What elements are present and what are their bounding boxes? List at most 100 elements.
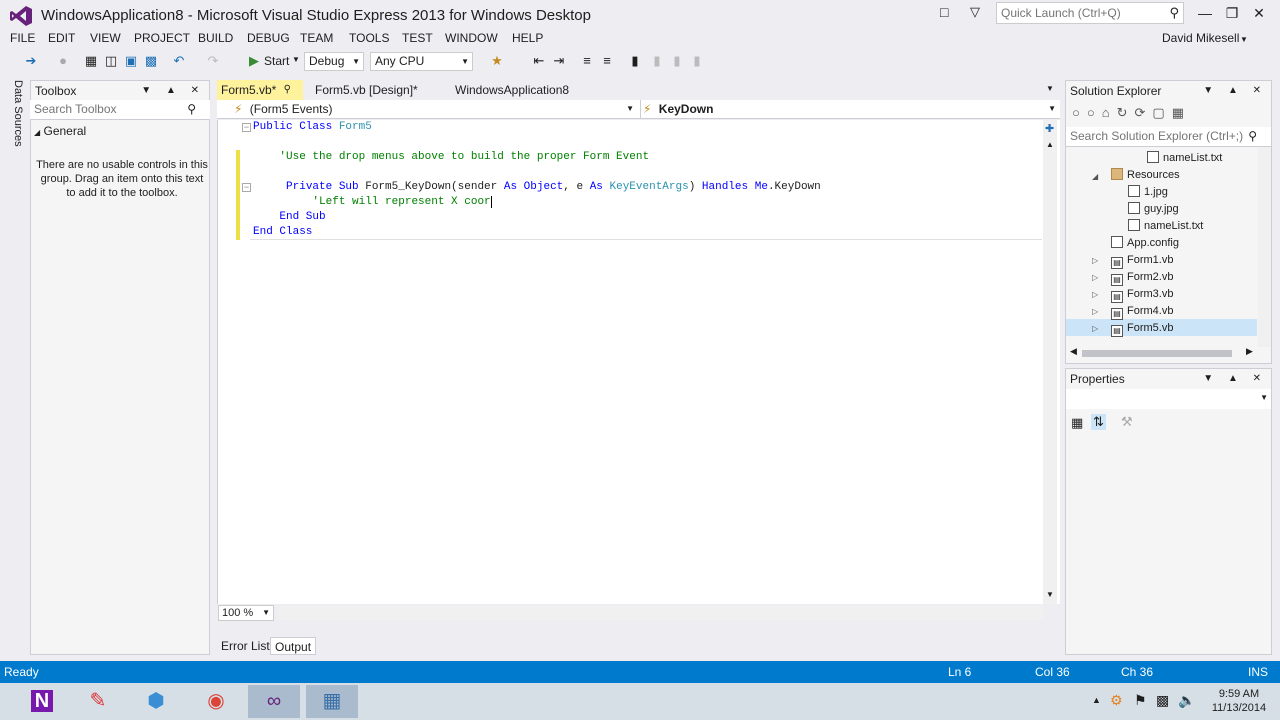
tree-item[interactable]: nameList.txt	[1147, 150, 1222, 167]
start-button[interactable]: Start	[264, 54, 289, 68]
refresh-icon[interactable]: ⟳	[1134, 105, 1152, 120]
back-icon[interactable]: ○	[1072, 105, 1087, 120]
clear-bookmarks-icon[interactable]: ▮	[688, 52, 706, 70]
quick-launch[interactable]: ⚲	[996, 2, 1184, 24]
action-center-icon[interactable]: ⚑	[1134, 692, 1147, 709]
cube-app-icon[interactable]: ⬢	[130, 685, 182, 718]
tree-item[interactable]: ▤ Form2.vb	[1111, 269, 1173, 286]
categorized-icon[interactable]: ▦	[1071, 415, 1083, 431]
volume-icon[interactable]: 🔈	[1178, 692, 1195, 709]
menu-build[interactable]: BUILD	[198, 31, 233, 45]
forward-icon[interactable]: ●	[54, 52, 72, 70]
save-icon[interactable]: ▣	[122, 52, 140, 70]
tray-app-icon[interactable]: ⚙	[1110, 692, 1123, 709]
platform-select[interactable]: Any CPU ▼	[370, 52, 473, 71]
expanded-icon[interactable]: ◢	[1092, 172, 1098, 181]
class-dropdown[interactable]: ⚡ (Form5 Events) ▼	[234, 100, 634, 119]
menu-file[interactable]: FILE	[10, 31, 35, 45]
new-project-icon[interactable]: ▦	[82, 52, 100, 70]
tree-item[interactable]: 1.jpg	[1128, 184, 1168, 201]
menu-debug[interactable]: DEBUG	[247, 31, 290, 45]
uncomment-icon[interactable]: ≡	[598, 52, 616, 70]
tab-form5-design[interactable]: Form5.vb [Design]*	[311, 80, 422, 100]
redo-icon[interactable]: ↷	[204, 52, 222, 70]
alphabetical-icon[interactable]: ⇅	[1091, 414, 1106, 430]
panel-controls-icon[interactable]: ▼ ▲ ✕	[141, 81, 205, 101]
collapse-icon[interactable]: −	[242, 183, 251, 192]
collapse-icon[interactable]: −	[242, 123, 251, 132]
zoom-select[interactable]: 100 % ▼	[218, 605, 274, 621]
menu-team[interactable]: TEAM	[300, 31, 333, 45]
split-icon[interactable]: ✚	[1045, 122, 1054, 135]
config-select[interactable]: Debug ▼	[304, 52, 364, 71]
code-text[interactable]: Public Class Form5 'Use the drop menus a…	[253, 120, 821, 240]
chrome-icon[interactable]: ◉	[190, 685, 242, 718]
menu-tools[interactable]: TOOLS	[349, 31, 389, 45]
tab-project[interactable]: WindowsApplication8	[451, 80, 573, 100]
data-sources-tab[interactable]: Data Sources	[8, 80, 24, 160]
menu-edit[interactable]: EDIT	[48, 31, 75, 45]
save-all-icon[interactable]: ▩	[142, 52, 160, 70]
prev-bookmark-icon[interactable]: ▮	[648, 52, 666, 70]
properties-object-select[interactable]: ▼	[1066, 389, 1271, 409]
close-button[interactable]: ✕	[1246, 2, 1272, 24]
solution-explorer-toolbar[interactable]: ○○⌂↻⟳▢▦	[1072, 105, 1191, 121]
scroll-thumb[interactable]	[1082, 350, 1232, 357]
tree-item[interactable]: ▤ Form3.vb	[1111, 286, 1173, 303]
solution-explorer-search[interactable]: ⚲	[1066, 127, 1271, 147]
scroll-right-icon[interactable]: ▶	[1246, 346, 1253, 357]
user-name[interactable]: David Mikesell	[1162, 31, 1239, 45]
vertical-scrollbar[interactable]: ✚ ▲ ▼	[1043, 120, 1057, 604]
toolbox-search-input[interactable]	[30, 100, 180, 118]
pin-icon[interactable]: ⚲	[284, 80, 291, 100]
bookmark-icon[interactable]: ▮	[626, 52, 644, 70]
forward-icon[interactable]: ○	[1087, 105, 1102, 120]
menu-view[interactable]: VIEW	[90, 31, 121, 45]
tree-item-selected[interactable]: ▤ Form5.vb	[1111, 320, 1173, 337]
menu-test[interactable]: TEST	[402, 31, 433, 45]
filter-icon[interactable]: ▽	[970, 4, 980, 20]
collapsed-icon[interactable]: ▷	[1092, 256, 1098, 265]
tab-output[interactable]: Output	[270, 637, 317, 655]
toolbox-group-general[interactable]: ◢ General	[34, 124, 86, 138]
onenote-icon[interactable]: N	[16, 685, 68, 718]
network-icon[interactable]: ▩	[1156, 692, 1169, 709]
back-icon[interactable]: ➔	[22, 52, 40, 70]
tab-error-list[interactable]: Error List	[217, 637, 274, 655]
sync-icon[interactable]: ↻	[1117, 105, 1135, 120]
collapsed-icon[interactable]: ▷	[1092, 273, 1098, 282]
panel-controls-icon[interactable]: ▼ ▲ ✕	[1203, 81, 1267, 101]
menu-help[interactable]: HELP	[512, 31, 543, 45]
tab-overflow-icon[interactable]: ▼	[1046, 84, 1054, 93]
paint-icon[interactable]: ✎	[72, 685, 124, 718]
tree-item[interactable]: ▤ Form1.vb	[1111, 252, 1173, 269]
tree-item[interactable]: ▤ Form4.vb	[1111, 303, 1173, 320]
chevron-down-icon[interactable]: ▼	[1240, 35, 1248, 44]
scroll-down-icon[interactable]: ▼	[1046, 590, 1054, 599]
movie-maker-icon[interactable]: ▦	[306, 685, 358, 718]
comment-icon[interactable]: ≡	[578, 52, 596, 70]
visual-studio-taskbar-icon[interactable]: ∞	[248, 685, 300, 718]
collapse-all-icon[interactable]: ▢	[1152, 105, 1171, 120]
outdent-icon[interactable]: ⇤	[530, 52, 548, 70]
tab-form5-vb[interactable]: Form5.vb* ⚲	[217, 80, 303, 100]
menu-project[interactable]: PROJECT	[134, 31, 190, 45]
maximize-button[interactable]: ❐	[1219, 2, 1245, 24]
scroll-up-icon[interactable]: ▲	[1046, 140, 1054, 149]
tree-item[interactable]: guy.jpg	[1128, 201, 1179, 218]
toolbox-search[interactable]: ⚲	[30, 100, 210, 120]
quick-launch-input[interactable]	[997, 3, 1157, 23]
vertical-scrollbar[interactable]	[1258, 147, 1271, 347]
property-pages-icon[interactable]: ⚒	[1121, 414, 1133, 430]
horizontal-scrollbar[interactable]	[278, 606, 1043, 620]
next-bookmark-icon[interactable]: ▮	[668, 52, 686, 70]
tree-item[interactable]: nameList.txt	[1128, 218, 1203, 235]
start-dropdown-icon[interactable]: ▼	[292, 55, 300, 64]
collapsed-icon[interactable]: ▷	[1092, 324, 1098, 333]
indent-icon[interactable]: ⇥	[550, 52, 568, 70]
show-hidden-icons[interactable]: ▲	[1092, 695, 1101, 705]
undo-icon[interactable]: ↶	[170, 52, 188, 70]
method-dropdown[interactable]: ⚡ KeyDown ▼	[640, 100, 1056, 119]
collapsed-icon[interactable]: ▷	[1092, 307, 1098, 316]
panel-controls-icon[interactable]: ▼ ▲ ✕	[1203, 369, 1267, 389]
